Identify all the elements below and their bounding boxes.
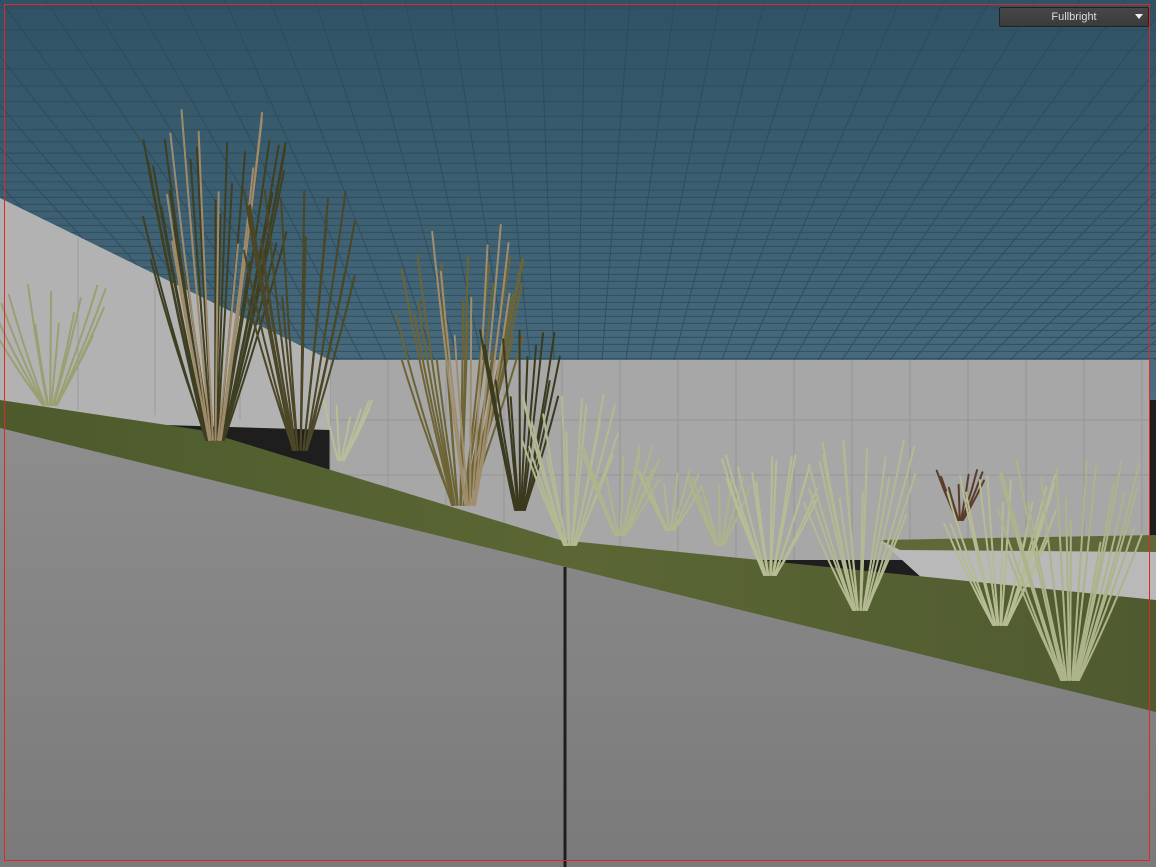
viewport-scene (0, 0, 1156, 867)
grass-blade (469, 296, 473, 506)
grass-blade (49, 290, 53, 406)
render-mode-dropdown[interactable]: Fullbright (999, 7, 1149, 27)
grass-blade (957, 483, 961, 521)
3d-viewport[interactable]: Fullbright (0, 0, 1156, 867)
render-mode-label: Fullbright (1051, 11, 1097, 23)
grass-blade (1069, 520, 1072, 681)
chevron-down-icon (1135, 14, 1143, 19)
grass-blade (718, 483, 721, 546)
